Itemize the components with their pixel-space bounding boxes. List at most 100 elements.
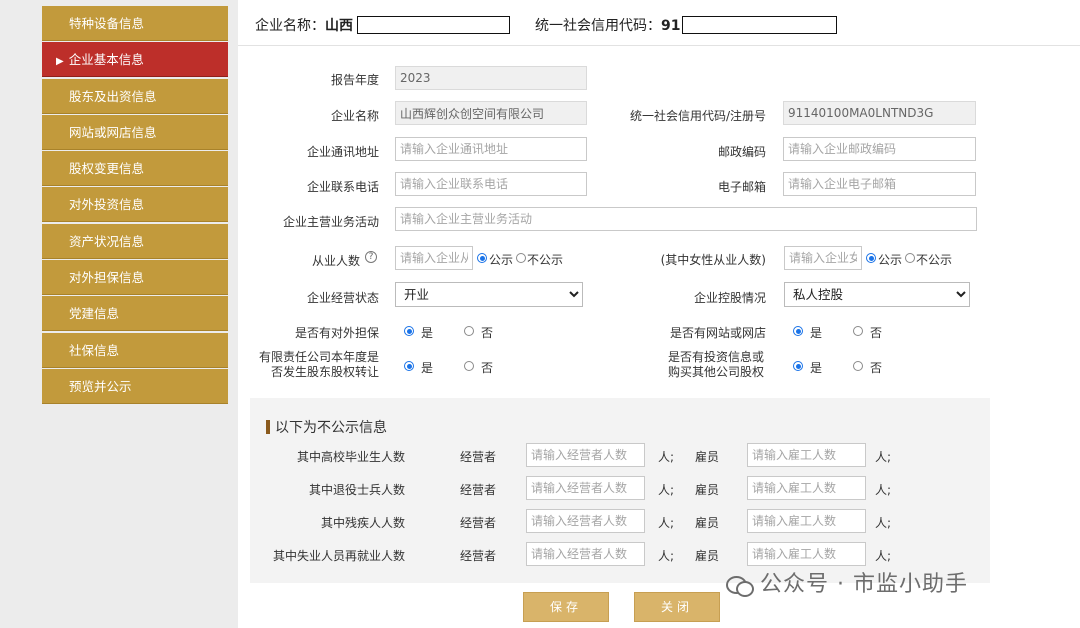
sidebar-item-basic-info[interactable]: ▶ 企业基本信息: [42, 42, 228, 78]
sidebar-item-equity-change[interactable]: 股权变更信息: [42, 151, 228, 187]
email-label: 电子邮箱: [717, 180, 766, 194]
female-private-label: 不公示: [916, 253, 953, 267]
close-button[interactable]: 关闭: [634, 592, 720, 622]
operator-count-input[interactable]: [526, 476, 645, 500]
investment-label-line2: 购买其他公司股权: [668, 365, 765, 379]
watermark-text: 公众号 · 市监小助手: [760, 572, 968, 597]
credit-code-header-label: 统一社会信用代码：: [535, 18, 661, 34]
watermark: 公众号 · 市监小助手: [726, 566, 968, 598]
investment-no-radio[interactable]: [853, 361, 863, 371]
report-year-label: 报告年度: [330, 73, 379, 87]
postcode-input[interactable]: [783, 137, 976, 161]
help-icon[interactable]: ?: [365, 251, 377, 263]
website-yes-label: 是: [810, 326, 823, 340]
private-row-label: 其中高校毕业生人数: [296, 450, 405, 464]
phone-label: 企业联系电话: [306, 180, 379, 194]
investment-yes-radio[interactable]: [793, 361, 803, 371]
sidebar-item-assets[interactable]: 资产状况信息: [42, 223, 228, 259]
equity-transfer-no-label: 否: [481, 361, 494, 375]
address-input[interactable]: [395, 137, 587, 161]
employee-count-input[interactable]: [747, 509, 866, 533]
holding-select[interactable]: 私人控股: [784, 282, 970, 307]
sidebar-item-party[interactable]: 党建信息: [42, 296, 228, 332]
equity-transfer-label-line2: 否发生股东股权转让: [270, 365, 379, 379]
female-employees-input[interactable]: [784, 246, 862, 270]
unit-label: 人;: [658, 450, 675, 464]
triangle-right-icon: ▶: [56, 56, 64, 68]
email-input[interactable]: [783, 172, 976, 196]
company-name-header-value: 山西: [325, 18, 353, 34]
guarantee-yes-label: 是: [421, 326, 434, 340]
employees-label: 从业人数: [311, 254, 360, 268]
unit-label: 人;: [875, 483, 892, 497]
operator-label: 经营者: [460, 483, 497, 497]
employees-public-label: 公示: [489, 253, 514, 267]
employee-count-input[interactable]: [747, 542, 866, 566]
investment-yes-label: 是: [810, 361, 823, 375]
website-no-label: 否: [870, 326, 883, 340]
operator-count-input[interactable]: [526, 542, 645, 566]
company-name-field: [395, 101, 587, 125]
report-year-field: [395, 66, 587, 90]
status-select[interactable]: 开业: [395, 282, 583, 307]
sidebar-item-label: 资产状况信息: [69, 233, 145, 249]
employee-label: 雇员: [695, 549, 720, 563]
female-employees-label: (其中女性从业人数): [660, 253, 766, 267]
operator-count-input[interactable]: [526, 509, 645, 533]
equity-transfer-no-radio[interactable]: [464, 361, 474, 371]
company-name-label: 企业名称: [330, 109, 379, 123]
wechat-icon: [726, 574, 754, 597]
status-label: 企业经营状态: [306, 291, 379, 305]
website-label: 是否有网站或网店: [669, 326, 766, 340]
holding-label: 企业控股情况: [693, 291, 766, 305]
company-name-header-label: 企业名称：: [255, 18, 325, 34]
equity-transfer-yes-radio[interactable]: [404, 361, 414, 371]
company-name-header: 企业名称：山西: [255, 15, 353, 35]
sidebar-item-preview[interactable]: 预览并公示: [42, 368, 228, 404]
website-no-radio[interactable]: [853, 326, 863, 336]
unit-label: 人;: [875, 549, 892, 563]
female-private-radio[interactable]: [905, 253, 915, 263]
address-label: 企业通讯地址: [306, 145, 379, 159]
unit-label: 人;: [658, 483, 675, 497]
investment-no-label: 否: [870, 361, 883, 375]
unit-label: 人;: [658, 516, 675, 530]
sidebar-item-guarantee[interactable]: 对外担保信息: [42, 260, 228, 296]
employees-private-label: 不公示: [527, 253, 564, 267]
sidebar-item-investment[interactable]: 对外投资信息: [42, 187, 228, 223]
sidebar-item-label: 网站或网店信息: [69, 124, 157, 140]
save-button[interactable]: 保存: [523, 592, 609, 622]
employees-public-radio[interactable]: [477, 253, 487, 263]
employees-input[interactable]: [395, 246, 473, 270]
employee-count-input[interactable]: [747, 476, 866, 500]
operator-label: 经营者: [460, 516, 497, 530]
sidebar-item-special-equipment[interactable]: 特种设备信息: [42, 6, 228, 41]
guarantee-label: 是否有对外担保: [294, 326, 379, 340]
employee-count-input[interactable]: [747, 443, 866, 467]
equity-transfer-yes-label: 是: [421, 361, 434, 375]
redaction-box: [357, 16, 510, 34]
redaction-box: [682, 16, 837, 34]
business-input[interactable]: [395, 207, 977, 231]
private-row-label: 其中失业人员再就业人数: [272, 549, 405, 563]
female-public-radio[interactable]: [866, 253, 876, 263]
sidebar-item-label: 股权变更信息: [69, 161, 145, 177]
operator-count-input[interactable]: [526, 443, 645, 467]
employees-private-radio[interactable]: [516, 253, 526, 263]
private-section-title-text: 以下为不公示信息: [275, 420, 387, 436]
employee-label: 雇员: [695, 450, 720, 464]
credit-code-field: [783, 101, 976, 125]
private-row-label: 其中残疾人人数: [320, 516, 405, 530]
guarantee-yes-radio[interactable]: [404, 326, 414, 336]
sidebar: 特种设备信息 ▶ 企业基本信息 股东及出资信息 网站或网店信息 股权变更信息 对外…: [42, 6, 228, 405]
guarantee-no-radio[interactable]: [464, 326, 474, 336]
website-yes-radio[interactable]: [793, 326, 803, 336]
sidebar-item-social-security[interactable]: 社保信息: [42, 332, 228, 368]
main-panel: 企业名称：山西 统一社会信用代码：911 报告年度 企业名称 统一社会信用代码/…: [238, 0, 1080, 628]
sidebar-item-label: 企业基本信息: [68, 52, 144, 68]
sidebar-item-label: 对外担保信息: [69, 270, 145, 286]
sidebar-item-website[interactable]: 网站或网店信息: [42, 114, 228, 150]
sidebar-item-shareholders[interactable]: 股东及出资信息: [42, 78, 228, 114]
phone-input[interactable]: [395, 172, 587, 196]
unit-label: 人;: [875, 516, 892, 530]
